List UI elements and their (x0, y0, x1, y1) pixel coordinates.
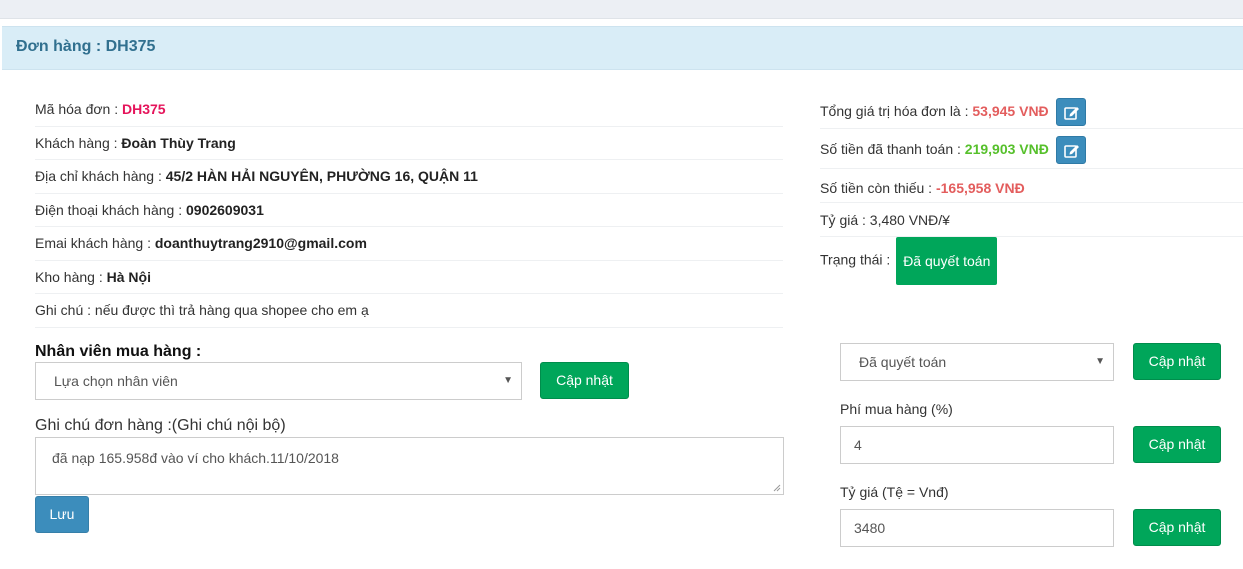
internal-note-text: đã nạp 165.958đ vào ví cho khách.11/10/2… (52, 450, 339, 466)
total-value: 53,945 VNĐ (972, 103, 1049, 119)
customer-value: Đoàn Thùy Trang (121, 134, 236, 151)
warehouse-value: Hà Nội (106, 268, 151, 285)
phone-value: 0902609031 (186, 201, 264, 218)
summary-row-remaining: Số tiền còn thiếu : -165,958 VNĐ (820, 169, 1243, 203)
status-select[interactable]: Đã quyết toán ▼ (840, 343, 1114, 381)
status-select-value: Đã quyết toán (859, 354, 947, 370)
order-summary: Tổng giá trị hóa đơn là : 53,945 VNĐ Số … (820, 93, 1243, 285)
rate-input-value: 3480 (854, 520, 886, 536)
phone-label: Điện thoại khách hàng : (35, 201, 186, 218)
info-row-phone: Điện thoại khách hàng : 0902609031 (35, 194, 783, 227)
summary-row-rate: Tỷ giá : 3,480 VNĐ/¥ (820, 203, 1243, 237)
staff-update-button[interactable]: Cập nhật (540, 362, 629, 399)
status-label: Trạng thái : (820, 251, 895, 268)
warehouse-label: Kho hàng : (35, 268, 107, 285)
info-row-email: Emai khách hàng : doanthuytrang2910@gmai… (35, 227, 783, 261)
remaining-label: Số tiền còn thiếu : (820, 180, 936, 196)
edit-paid-button[interactable] (1055, 136, 1086, 165)
address-value: 45/2 HÀN HẢI NGUYÊN, PHƯỜNG 16, QUẬN 11 (165, 168, 478, 184)
top-strip (0, 0, 1243, 19)
invoice-label: Mã hóa đơn : (35, 101, 123, 117)
staff-title: Nhân viên mua hàng : (35, 343, 202, 360)
resize-grip-icon[interactable] (773, 484, 781, 492)
total-label: Tổng giá trị hóa đơn là : (820, 103, 973, 119)
staff-select[interactable]: Lựa chọn nhân viên ▼ (35, 362, 522, 400)
edit-icon (1063, 107, 1079, 121)
status-update-button[interactable]: Cập nhật (1133, 343, 1221, 380)
paid-label: Số tiền đã thanh toán : (820, 141, 965, 157)
note-label: Ghi chú : (35, 302, 95, 318)
fee-update-button[interactable]: Cập nhật (1133, 426, 1221, 463)
remaining-value: -165,958 VNĐ (935, 180, 1025, 196)
info-row-note: Ghi chú : nếu được thì trả hàng qua shop… (35, 294, 783, 328)
info-row-address: Địa chỉ khách hàng : 45/2 HÀN HẢI NGUYÊN… (35, 160, 783, 194)
fee-label: Phí mua hàng (%) (840, 401, 953, 417)
info-row-warehouse: Kho hàng : Hà Nội (35, 261, 783, 294)
info-row-invoice: Mã hóa đơn : DH375 (35, 93, 783, 127)
status-badge: Đã quyết toán (896, 237, 998, 285)
rate-form-label: Tỷ giá (Tệ = Vnđ) (840, 484, 949, 500)
summary-row-status: Trạng thái : Đã quyết toán (820, 237, 1243, 285)
order-info: Mã hóa đơn : DH375 Khách hàng : Đoàn Thù… (35, 93, 783, 328)
edit-total-button[interactable] (1055, 98, 1086, 127)
edit-icon (1063, 145, 1079, 159)
save-button[interactable]: Lưu (35, 496, 89, 533)
internal-note-label: Ghi chú đơn hàng :(Ghi chú nội bộ) (35, 417, 286, 434)
caret-down-icon: ▼ (503, 375, 513, 386)
caret-down-icon: ▼ (1095, 356, 1105, 367)
customer-label: Khách hàng : (35, 134, 122, 151)
summary-row-total: Tổng giá trị hóa đơn là : 53,945 VNĐ (820, 93, 1243, 129)
email-value: doanthuytrang2910@gmail.com (154, 235, 367, 251)
staff-select-value: Lựa chọn nhân viên (54, 373, 178, 389)
email-label: Emai khách hàng : (35, 235, 155, 251)
rate-label: Tỷ giá : (820, 212, 870, 228)
note-value: nếu được thì trả hàng qua shopee cho em … (94, 302, 369, 318)
fee-input-value: 4 (854, 437, 862, 453)
invoice-value: DH375 (122, 101, 166, 117)
internal-note-textarea[interactable]: đã nạp 165.958đ vào ví cho khách.11/10/2… (35, 437, 784, 495)
fee-input[interactable]: 4 (840, 426, 1114, 464)
rate-input[interactable]: 3480 (840, 509, 1114, 547)
page-title: Đơn hàng : DH375 (16, 38, 156, 55)
summary-row-paid: Số tiền đã thanh toán : 219,903 VNĐ (820, 129, 1243, 169)
info-row-customer: Khách hàng : Đoàn Thùy Trang (35, 127, 783, 160)
paid-value: 219,903 VNĐ (964, 141, 1049, 157)
rate-update-button[interactable]: Cập nhật (1133, 509, 1221, 546)
panel-header: Đơn hàng : DH375 (2, 26, 1243, 70)
rate-value: 3,480 VNĐ/¥ (869, 212, 950, 228)
address-label: Địa chỉ khách hàng : (35, 168, 166, 184)
